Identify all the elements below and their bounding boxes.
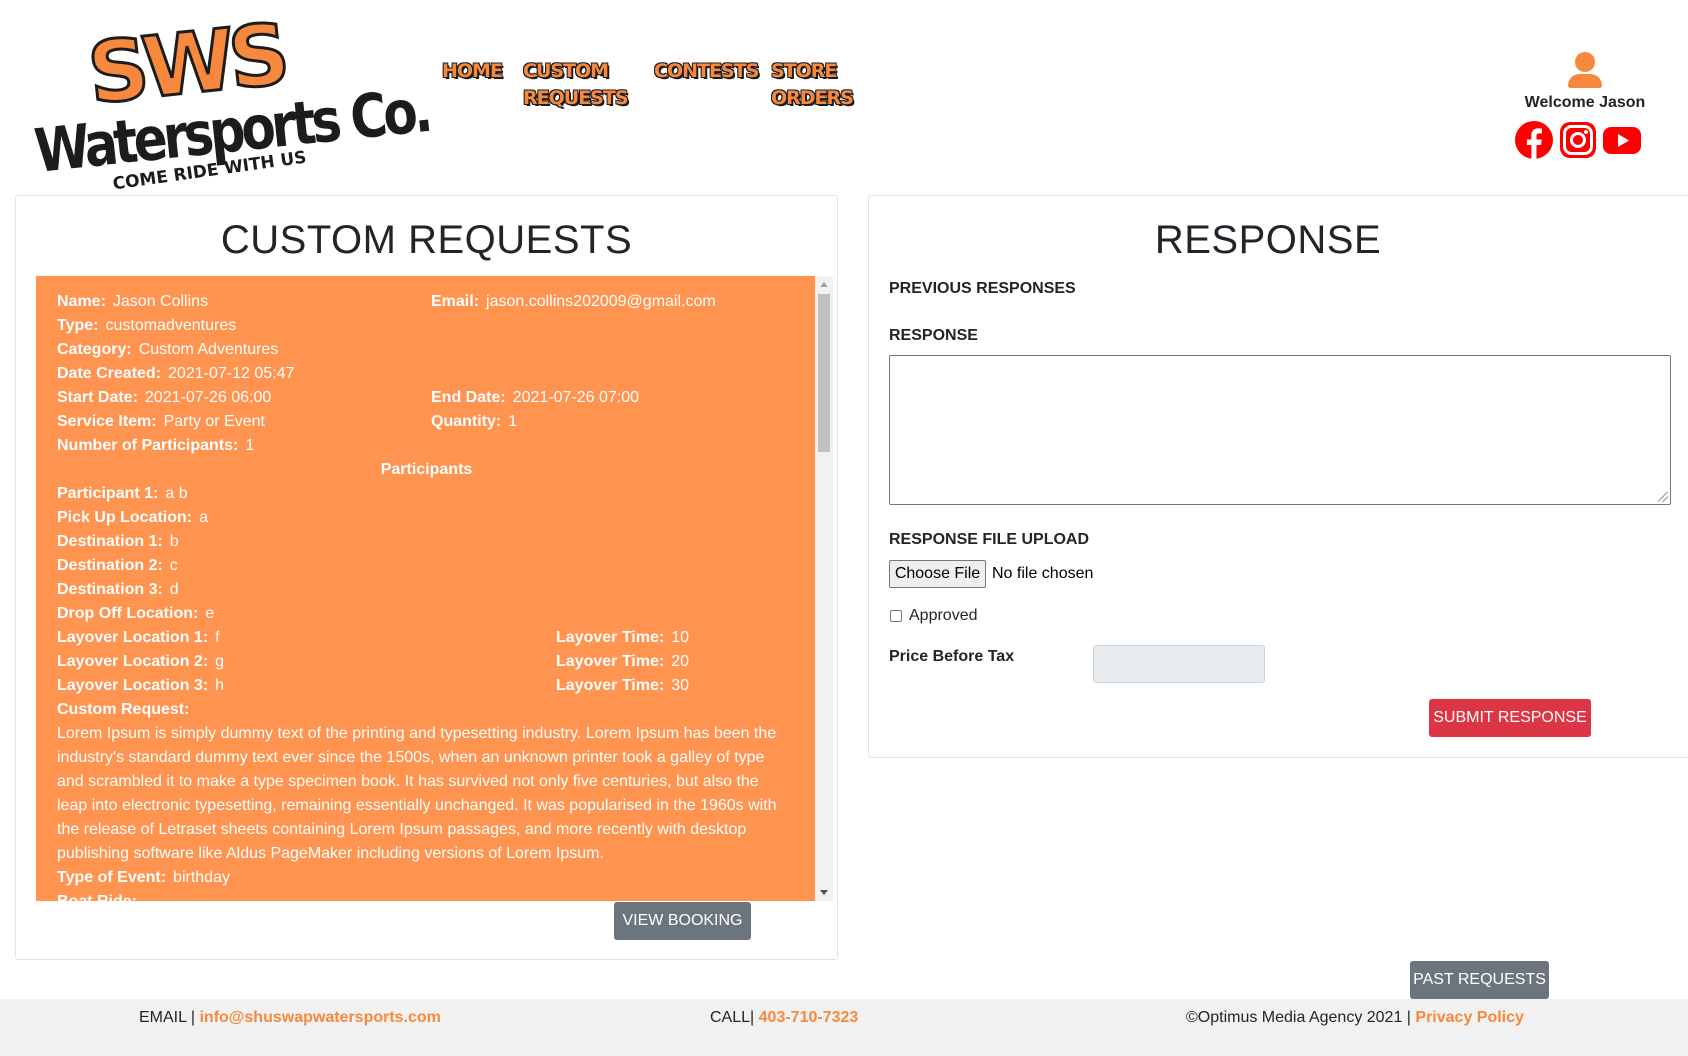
destination3-value: d bbox=[169, 581, 179, 598]
layover-row: Layover Location 1: f Layover Time: 10 bbox=[57, 626, 796, 650]
layover2-value: g bbox=[215, 653, 225, 670]
quantity-value: 1 bbox=[508, 413, 518, 430]
nav-store-orders[interactable]: STORE ORDERS bbox=[771, 58, 891, 112]
participants-heading: Participants bbox=[380, 461, 473, 478]
category-label: Category: bbox=[57, 341, 132, 358]
layover1-label: Layover Location 1: bbox=[57, 629, 209, 646]
participant1-value: a b bbox=[165, 485, 188, 502]
response-textarea[interactable] bbox=[889, 355, 1671, 505]
email-value: jason.collins202009@gmail.com bbox=[486, 293, 716, 310]
start-date-value: 2021-07-26 06:00 bbox=[144, 389, 272, 406]
custom-request-label: Custom Request: bbox=[57, 701, 190, 718]
layover3-time-label: Layover Time: bbox=[556, 677, 665, 694]
pickup-label: Pick Up Location: bbox=[57, 509, 193, 526]
layover1-time-value: 10 bbox=[671, 629, 689, 646]
custom-requests-title: CUSTOM REQUESTS bbox=[220, 218, 633, 262]
choose-file-button[interactable]: Choose File bbox=[889, 560, 986, 588]
name-value: Jason Collins bbox=[112, 293, 209, 310]
approved-checkbox[interactable] bbox=[890, 610, 902, 622]
type-label: Type: bbox=[57, 317, 99, 334]
footer-email-prefix: EMAIL | bbox=[139, 1009, 196, 1026]
social-links bbox=[1514, 120, 1642, 160]
layover3-time-value: 30 bbox=[671, 677, 689, 694]
nav-custom-requests[interactable]: CUSTOM REQUESTS bbox=[523, 58, 643, 112]
destination1-value: b bbox=[169, 533, 179, 550]
destination1-label: Destination 1: bbox=[57, 533, 163, 550]
pickup-value: a bbox=[199, 509, 209, 526]
response-panel: RESPONSE PREVIOUS RESPONSES RESPONSE RES… bbox=[868, 195, 1688, 758]
service-item-label: Service Item: bbox=[57, 413, 157, 430]
request-details[interactable]: Name: Jason Collins Email: jason.collins20… bbox=[36, 276, 816, 901]
type-value: customadventures bbox=[105, 317, 237, 334]
service-item-value: Party or Event bbox=[163, 413, 265, 430]
layover2-time-value: 20 bbox=[671, 653, 689, 670]
scroll-thumb[interactable] bbox=[818, 294, 830, 452]
custom-requests-panel: CUSTOM REQUESTS Name: Jason Collins Email… bbox=[15, 195, 838, 960]
boat-ride-label: Boat Ride: bbox=[57, 890, 137, 901]
file-status: No file chosen bbox=[992, 565, 1094, 582]
youtube-icon[interactable] bbox=[1602, 120, 1642, 160]
welcome-text: Welcome Jason bbox=[1524, 94, 1646, 111]
category-value: Custom Adventures bbox=[138, 341, 279, 358]
footer-email-link[interactable]: info@shuswapwatersports.com bbox=[199, 1009, 440, 1026]
layover2-label: Layover Location 2: bbox=[57, 653, 209, 670]
event-type-label: Type of Event: bbox=[57, 869, 167, 886]
approved-label: Approved bbox=[909, 607, 978, 624]
layover-row: Layover Location 2: g Layover Time: 20 bbox=[57, 650, 796, 674]
event-type-value: birthday bbox=[173, 869, 230, 886]
participants-count-label: Number of Participants: bbox=[57, 437, 239, 454]
destination2-value: c bbox=[169, 557, 178, 574]
participants-count-value: 1 bbox=[245, 437, 255, 454]
date-created-value: 2021-07-12 05:47 bbox=[168, 365, 295, 382]
end-date-value: 2021-07-26 07:00 bbox=[512, 389, 639, 406]
previous-responses-label: PREVIOUS RESPONSES bbox=[889, 280, 1076, 297]
price-input[interactable] bbox=[1093, 645, 1265, 683]
start-date-label: Start Date: bbox=[57, 389, 138, 406]
email-label: Email: bbox=[431, 293, 480, 310]
price-label: Price Before Tax bbox=[889, 648, 1015, 665]
end-date-label: End Date: bbox=[431, 389, 506, 406]
footer-copyright: ©Optimus Media Agency 2021 | bbox=[1186, 1009, 1411, 1026]
destination2-label: Destination 2: bbox=[57, 557, 163, 574]
dropoff-value: e bbox=[205, 605, 215, 622]
past-requests-button[interactable]: PAST REQUESTS bbox=[1410, 961, 1549, 999]
participant1-label: Participant 1: bbox=[57, 485, 159, 502]
layover3-label: Layover Location 3: bbox=[57, 677, 209, 694]
response-label: RESPONSE bbox=[889, 327, 978, 344]
submit-response-button[interactable]: SUBMIT RESPONSE bbox=[1429, 699, 1591, 737]
user-box[interactable]: Welcome Jason bbox=[1520, 52, 1650, 112]
file-upload-label: RESPONSE FILE UPLOAD bbox=[889, 531, 1090, 548]
destination3-label: Destination 3: bbox=[57, 581, 163, 598]
custom-request-text: Lorem Ipsum is simply dummy text of the … bbox=[57, 725, 777, 862]
user-icon[interactable] bbox=[1565, 52, 1605, 88]
scroll-up-icon[interactable] bbox=[820, 282, 828, 287]
facebook-icon[interactable] bbox=[1514, 120, 1554, 160]
layover1-time-label: Layover Time: bbox=[556, 629, 665, 646]
footer-call-prefix: CALL| bbox=[710, 1009, 755, 1026]
privacy-policy-link[interactable]: Privacy Policy bbox=[1415, 1009, 1524, 1026]
response-title: RESPONSE bbox=[1154, 218, 1382, 262]
layover3-value: h bbox=[215, 677, 225, 694]
name-label: Name: bbox=[57, 293, 106, 310]
view-booking-button[interactable]: VIEW BOOKING bbox=[614, 902, 751, 940]
layover1-value: f bbox=[215, 629, 220, 646]
footer-phone-link[interactable]: 403-710-7323 bbox=[759, 1009, 859, 1026]
details-scrollbar[interactable] bbox=[815, 276, 833, 901]
layover-row: Layover Location 3: h Layover Time: 30 bbox=[57, 674, 796, 698]
dropoff-label: Drop Off Location: bbox=[57, 605, 199, 622]
instagram-icon[interactable] bbox=[1558, 120, 1598, 160]
logo[interactable]: SWS Watersports Co. COME RIDE WITH US bbox=[30, 4, 431, 195]
layover2-time-label: Layover Time: bbox=[556, 653, 665, 670]
resize-grip-icon[interactable] bbox=[1658, 492, 1668, 502]
nav-contests[interactable]: CONTESTS bbox=[654, 58, 774, 85]
footer: EMAIL | info@shuswapwatersports.com CALL… bbox=[0, 999, 1688, 1056]
quantity-label: Quantity: bbox=[431, 413, 502, 430]
date-created-label: Date Created: bbox=[57, 365, 162, 382]
scroll-down-icon[interactable] bbox=[820, 890, 828, 895]
